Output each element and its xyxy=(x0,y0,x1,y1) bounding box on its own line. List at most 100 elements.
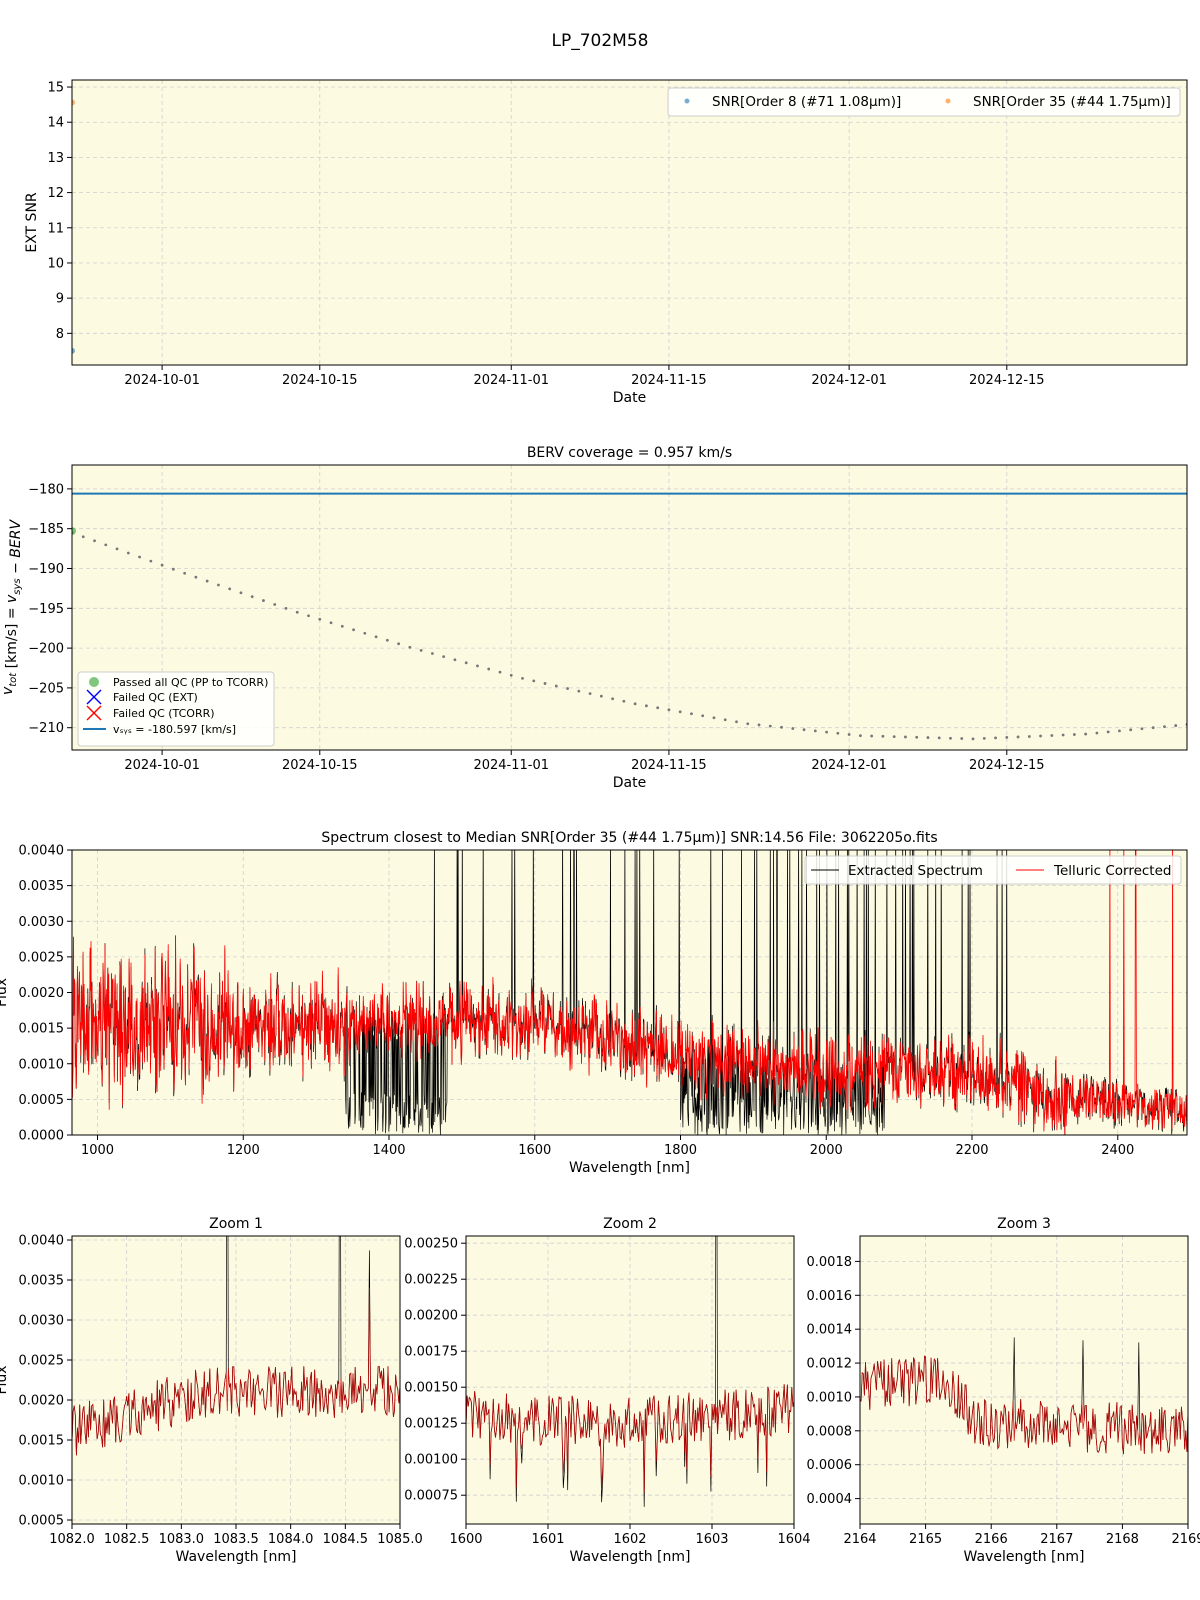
berv-dot xyxy=(656,706,660,710)
berv-dot xyxy=(1027,735,1031,738)
y-tick-label: 0.00150 xyxy=(404,1381,458,1396)
legend-marker xyxy=(945,98,951,104)
legend-label: Passed all QC (PP to TCORR) xyxy=(113,676,268,689)
berv-dot xyxy=(329,621,333,625)
y-tick-label: 0.0018 xyxy=(807,1255,853,1270)
berv-dot xyxy=(847,733,851,736)
y-tick-label: 0.0025 xyxy=(19,1354,65,1369)
berv-dot xyxy=(1151,726,1155,730)
y-tick-label: 0.0005 xyxy=(19,1514,65,1529)
x-tick-label: 2024-10-15 xyxy=(282,758,358,773)
x-tick-label: 2024-12-15 xyxy=(969,758,1045,773)
legend-marker xyxy=(89,677,99,687)
y-tick-label: 0.00100 xyxy=(404,1453,458,1468)
berv-dot xyxy=(81,535,85,539)
berv-dot xyxy=(780,725,783,729)
y-tick-label: 0.0010 xyxy=(19,1057,65,1072)
y-tick-label: 0.0004 xyxy=(807,1492,853,1507)
figure-title: LP_702M58 xyxy=(552,31,649,51)
berv-dot xyxy=(250,595,254,599)
x-tick-label: 1600 xyxy=(518,1143,551,1158)
x-tick-label: 1800 xyxy=(664,1143,697,1158)
y-tick-label: 0.0000 xyxy=(19,1129,65,1144)
berv-dot xyxy=(453,658,457,662)
x-tick-label: 1084.5 xyxy=(323,1532,369,1547)
berv-dot xyxy=(205,579,209,583)
y-tick-label: 11 xyxy=(47,221,64,236)
y-tick-label: 0.00075 xyxy=(404,1489,458,1504)
berv-dot xyxy=(352,628,355,632)
berv-dot xyxy=(1163,725,1166,729)
berv-dot xyxy=(93,539,96,543)
y-tick-label: 0.0040 xyxy=(19,1234,65,1249)
berv-dot xyxy=(971,737,975,741)
x-tick-label: 2164 xyxy=(843,1532,876,1547)
panel-title: Zoom 2 xyxy=(603,1216,657,1232)
berv-dot xyxy=(926,736,930,739)
x-tick-label: 1604 xyxy=(777,1532,810,1547)
y-tick-label: 0.0016 xyxy=(807,1289,853,1304)
berv-dot xyxy=(813,729,817,733)
berv-dot xyxy=(633,702,637,706)
panel-title: Zoom 1 xyxy=(209,1216,263,1232)
x-axis-label: Wavelength [nm] xyxy=(570,1549,691,1565)
panel-1: 2024-10-01 2024-10-15 2024-11-01 2024-11-15… xyxy=(24,79,1188,406)
y-tick-label: 0.0006 xyxy=(807,1458,853,1473)
berv-dot xyxy=(904,735,907,739)
berv-dot xyxy=(870,734,874,738)
berv-dot xyxy=(126,551,130,555)
y-tick-label: 0.0035 xyxy=(19,1274,65,1289)
berv-dot xyxy=(532,679,536,683)
legend-marker xyxy=(684,98,690,104)
y-tick-label: 0.0040 xyxy=(19,844,65,859)
legend: SNR[Order 8 (#71 1.08μm)] SNR[Order 35 (#… xyxy=(667,87,1181,117)
berv-dot xyxy=(622,699,626,703)
x-tick-label: 2168 xyxy=(1106,1532,1139,1547)
berv-dot xyxy=(791,727,795,730)
y-tick-label: 10 xyxy=(47,256,64,271)
y-tick-label: 0.0030 xyxy=(19,915,65,930)
berv-dot xyxy=(419,649,423,652)
berv-dot xyxy=(678,710,682,714)
x-tick-label: 2024-10-01 xyxy=(124,373,200,388)
x-tick-label: 1600 xyxy=(449,1532,482,1547)
berv-dot xyxy=(667,708,671,712)
x-axis-label: Date xyxy=(613,390,646,406)
berv-dot xyxy=(228,587,232,591)
berv-dot xyxy=(768,724,772,728)
berv-dot xyxy=(1039,734,1042,738)
berv-dot xyxy=(138,555,141,559)
berv-dot xyxy=(1095,731,1099,735)
y-tick-label: 9 xyxy=(56,292,64,307)
y-tick-label: −205 xyxy=(28,681,64,696)
berv-dot xyxy=(577,689,581,693)
legend-label: Failed QC (TCORR) xyxy=(113,707,215,720)
berv-dot xyxy=(1174,724,1178,727)
berv-dot xyxy=(464,661,468,665)
x-tick-label: 2024-12-15 xyxy=(969,373,1045,388)
panel-6: 2164 2165 2166 2167 2168 2169 0.0004 0.0006 0.00… xyxy=(807,1216,1200,1565)
x-tick-label: 1602 xyxy=(613,1532,646,1547)
y-tick-label: 0.0035 xyxy=(19,879,65,894)
berv-dot xyxy=(115,547,119,551)
panel-2: 2024-10-01 2024-10-15 2024-11-01 2024-11-15… xyxy=(0,445,1188,791)
x-tick-label: 2200 xyxy=(955,1143,988,1158)
berv-dot xyxy=(723,718,727,722)
y-tick-label: −185 xyxy=(28,522,64,537)
berv-dot xyxy=(554,684,558,688)
x-tick-label: 2024-11-15 xyxy=(631,758,707,773)
berv-dot xyxy=(825,730,828,734)
berv-dot xyxy=(960,737,964,740)
x-tick-label: 1603 xyxy=(695,1532,728,1547)
x-tick-label: 2166 xyxy=(975,1532,1008,1547)
legend: Extracted Spectrum Telluric Corrected xyxy=(804,855,1182,885)
berv-dot xyxy=(171,567,175,571)
y-tick-label: −210 xyxy=(28,721,64,736)
y-tick-label: 0.0030 xyxy=(19,1314,65,1329)
berv-dot xyxy=(1061,733,1065,737)
berv-dot xyxy=(802,728,806,732)
berv-dot xyxy=(543,682,547,685)
figure-canvas: LP_702M58 2024-10-01 2024-10-15 2024-11-01… xyxy=(0,31,1200,1565)
y-tick-label: 0.00200 xyxy=(404,1309,458,1324)
berv-dot xyxy=(644,704,648,708)
